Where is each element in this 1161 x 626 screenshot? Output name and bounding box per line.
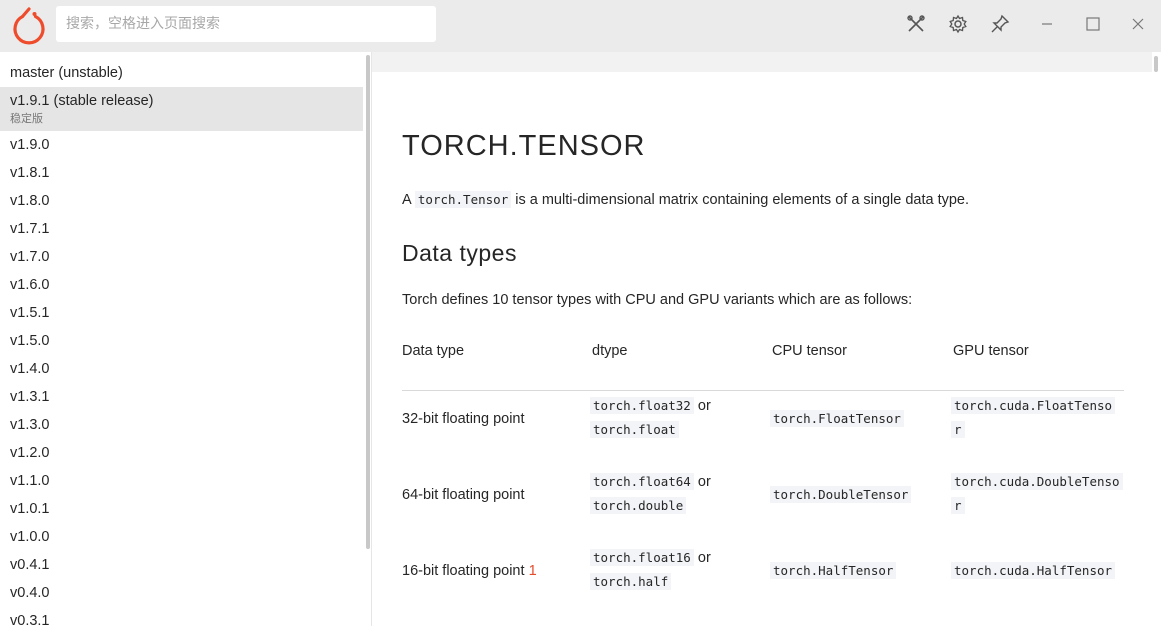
- version-item[interactable]: v0.4.1: [0, 551, 363, 579]
- dtype-code[interactable]: torch.float64: [590, 473, 694, 490]
- doc-content: TORCH.TENSOR A torch.Tensor is a multi-d…: [372, 52, 1161, 626]
- version-item[interactable]: v1.0.0: [0, 523, 363, 551]
- pin-icon[interactable]: [988, 12, 1012, 36]
- version-item[interactable]: v1.7.1: [0, 215, 363, 243]
- table-header: GPU tensor: [953, 343, 1029, 359]
- intro-suffix: is a multi-dimensional matrix containing…: [515, 192, 970, 208]
- intro-prefix: A: [402, 192, 411, 208]
- version-item[interactable]: v0.3.1: [0, 607, 363, 626]
- section-description: Torch defines 10 tensor types with CPU a…: [402, 292, 913, 308]
- version-item[interactable]: v1.0.1: [0, 495, 363, 523]
- table-cell-gpu: torch.cuda.DoubleTenso r: [951, 470, 1123, 518]
- table-cell-gpu: torch.cuda.FloatTenso r: [951, 394, 1116, 442]
- section-title: Data types: [402, 240, 517, 266]
- table-cell-dtype: torch.float32 or torch.float: [590, 394, 711, 442]
- gpu-tensor-code-wrap[interactable]: r: [951, 421, 965, 438]
- version-item[interactable]: v1.7.0: [0, 243, 363, 271]
- cpu-tensor-code[interactable]: torch.HalfTensor: [770, 562, 897, 579]
- dtype-code[interactable]: torch.float: [590, 421, 679, 438]
- dtype-code[interactable]: torch.double: [590, 497, 687, 514]
- version-label: v1.9.1 (stable release): [10, 93, 154, 109]
- table-cell-type: 16-bit floating point 1: [402, 563, 537, 579]
- gpu-tensor-code-wrap[interactable]: r: [951, 497, 965, 514]
- table-cell-cpu: torch.HalfTensor: [770, 562, 897, 579]
- dtype-code[interactable]: torch.float16: [590, 549, 694, 566]
- intro-code[interactable]: torch.Tensor: [414, 191, 512, 208]
- gpu-tensor-code[interactable]: torch.cuda.DoubleTenso: [951, 473, 1123, 490]
- version-item[interactable]: v1.8.0: [0, 187, 363, 215]
- version-sidebar: master (unstable) v1.9.1 (stable release…: [0, 52, 372, 626]
- cpu-tensor-code[interactable]: torch.FloatTensor: [770, 410, 904, 427]
- intro-paragraph: A torch.Tensor is a multi-dimensional ma…: [402, 191, 970, 208]
- table-header: dtype: [592, 343, 628, 359]
- footnote-link[interactable]: 1: [529, 563, 537, 579]
- minimize-icon[interactable]: [1035, 12, 1059, 36]
- close-icon[interactable]: [1126, 12, 1150, 36]
- page-title: TORCH.TENSOR: [402, 130, 646, 162]
- gpu-tensor-code[interactable]: torch.cuda.FloatTenso: [951, 397, 1116, 414]
- tools-icon[interactable]: [904, 12, 928, 36]
- version-item[interactable]: v1.3.1: [0, 383, 363, 411]
- gpu-tensor-code[interactable]: torch.cuda.HalfTensor: [951, 562, 1116, 579]
- version-item[interactable]: v1.3.0: [0, 411, 363, 439]
- table-cell-type: 64-bit floating point: [402, 487, 525, 503]
- table-cell-dtype: torch.float64 or torch.double: [590, 470, 711, 518]
- pytorch-logo-icon[interactable]: [9, 6, 49, 46]
- version-item-selected[interactable]: v1.9.1 (stable release) 稳定版: [0, 87, 363, 131]
- dtype-code[interactable]: torch.half: [590, 573, 672, 590]
- version-item[interactable]: v1.6.0: [0, 271, 363, 299]
- version-item[interactable]: v1.4.0: [0, 355, 363, 383]
- version-item[interactable]: v1.2.0: [0, 439, 363, 467]
- search-input[interactable]: 搜索，空格进入页面搜索: [56, 6, 436, 42]
- top-band: [372, 52, 1152, 72]
- table-cell-dtype: torch.float16 or torch.half: [590, 546, 711, 594]
- dtype-code[interactable]: torch.float32: [590, 397, 694, 414]
- version-item[interactable]: master (unstable): [0, 59, 363, 87]
- version-item[interactable]: v1.9.0: [0, 131, 363, 159]
- cpu-tensor-code[interactable]: torch.DoubleTensor: [770, 486, 912, 503]
- table-header: CPU tensor: [772, 343, 847, 359]
- version-item[interactable]: v1.1.0: [0, 467, 363, 495]
- maximize-icon[interactable]: [1081, 12, 1105, 36]
- sidebar-scrollbar[interactable]: [366, 55, 370, 549]
- content-scrollbar[interactable]: [1154, 56, 1158, 72]
- version-item[interactable]: v1.5.0: [0, 327, 363, 355]
- version-item[interactable]: v1.5.1: [0, 299, 363, 327]
- table-divider: [402, 390, 1124, 391]
- gear-icon[interactable]: [946, 12, 970, 36]
- version-item[interactable]: v1.8.1: [0, 159, 363, 187]
- table-cell-cpu: torch.FloatTensor: [770, 410, 904, 427]
- title-bar: 搜索，空格进入页面搜索: [0, 0, 1161, 52]
- table-cell-gpu: torch.cuda.HalfTensor: [951, 562, 1116, 579]
- version-item[interactable]: v0.4.0: [0, 579, 363, 607]
- table-cell-type: 32-bit floating point: [402, 411, 525, 427]
- version-sublabel: 稳定版: [10, 112, 43, 125]
- table-header: Data type: [402, 343, 465, 359]
- table-cell-cpu: torch.DoubleTensor: [770, 486, 912, 503]
